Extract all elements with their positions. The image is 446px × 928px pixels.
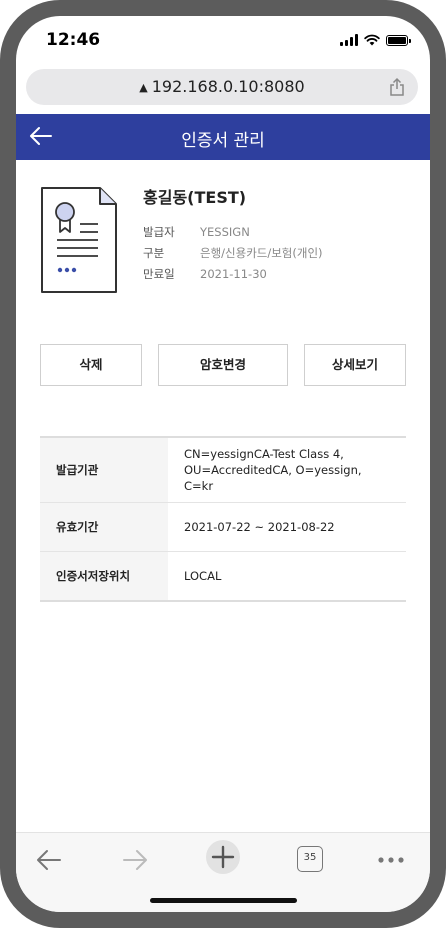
address-bar[interactable]: ▲ 192.168.0.10:8080: [26, 69, 418, 105]
app-header: 인증서 관리: [16, 114, 430, 160]
warning-icon: ▲: [139, 81, 148, 94]
device-frame: 12:46 ▲ 192.168.0.10:8080 인증서 관리 홍길동(TES…: [0, 0, 446, 928]
more-icon[interactable]: [376, 845, 406, 875]
certificate-info: 홍길동(TEST) 발급자 YESSIGN 구분 은행/신용카드/보험(개인) …: [143, 184, 323, 285]
meta-category-row: 구분 은행/신용카드/보험(개인): [143, 243, 323, 264]
row-label: 발급기관: [40, 438, 168, 502]
url-text: 192.168.0.10:8080: [151, 77, 305, 96]
meta-label: 만료일: [143, 267, 175, 281]
delete-button[interactable]: 삭제: [40, 344, 142, 386]
row-label: 인증서저장위치: [40, 552, 168, 600]
status-icons: [340, 34, 411, 46]
tabs-count-icon[interactable]: 35: [297, 846, 323, 872]
row-value: CN=yessignCA-Test Class 4, OU=Accredited…: [184, 447, 362, 493]
meta-label: 구분: [143, 246, 165, 260]
row-value: 2021-07-22 ~ 2021-08-22: [184, 520, 335, 534]
meta-issuer-row: 발급자 YESSIGN: [143, 222, 323, 243]
forward-icon[interactable]: [120, 845, 150, 875]
home-indicator[interactable]: [150, 898, 297, 903]
screen: 12:46 ▲ 192.168.0.10:8080 인증서 관리 홍길동(TES…: [16, 16, 430, 912]
certificate-document-icon: [41, 187, 117, 293]
table-row: 유효기간 2021-07-22 ~ 2021-08-22: [40, 503, 406, 552]
certificate-details-table: 발급기관 CN=yessignCA-Test Class 4, OU=Accre…: [40, 436, 406, 602]
details-button[interactable]: 상세보기: [304, 344, 406, 386]
meta-value: 2021-11-30: [200, 267, 267, 281]
battery-icon: [386, 35, 411, 46]
meta-value: YESSIGN: [200, 225, 250, 239]
back-icon[interactable]: [34, 845, 64, 875]
share-icon[interactable]: [388, 77, 406, 97]
wifi-icon: [364, 34, 380, 46]
table-row: 인증서저장위치 LOCAL: [40, 552, 406, 602]
page-title: 인증서 관리: [181, 131, 265, 151]
certificate-name: 홍길동(TEST): [143, 188, 247, 207]
table-row: 발급기관 CN=yessignCA-Test Class 4, OU=Accre…: [40, 438, 406, 503]
url-display[interactable]: ▲ 192.168.0.10:8080: [26, 77, 418, 96]
row-label: 유효기간: [40, 503, 168, 551]
row-value: LOCAL: [184, 569, 222, 583]
meta-value: 은행/신용카드/보험(개인): [200, 246, 323, 260]
meta-expiry-row: 만료일 2021-11-30: [143, 264, 323, 285]
new-tab-icon[interactable]: [205, 839, 241, 875]
change-password-button[interactable]: 암호변경: [158, 344, 288, 386]
signal-icon: [340, 34, 358, 46]
status-time: 12:46: [46, 30, 101, 50]
status-bar: 12:46: [16, 16, 430, 66]
meta-label: 발급자: [143, 225, 175, 239]
